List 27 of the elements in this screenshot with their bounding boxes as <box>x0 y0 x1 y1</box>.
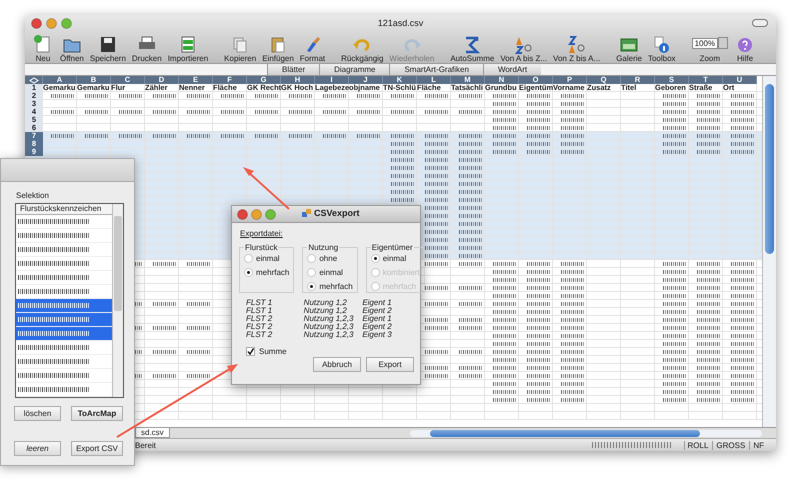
example-text: Eigent 1 <box>362 299 393 307</box>
example-text: Eigent 2 <box>362 323 393 331</box>
group-label: Selektion <box>16 191 50 200</box>
window-title: 121asd.csv <box>378 18 424 28</box>
example-text: Nutzung 1,2,3 <box>304 331 354 339</box>
example-text: FLST 2 <box>246 323 274 331</box>
example-text: FLST 2 <box>246 331 274 339</box>
example-text: FLST 1 <box>246 299 274 307</box>
example-text: Nutzung 1,2,3 <box>304 315 354 323</box>
group-label: Eigentümer <box>370 243 414 252</box>
group-label: Nutzung <box>307 243 340 252</box>
example-text: Nutzung 1,2,3 <box>304 323 354 331</box>
status-indicator: GROSS <box>712 440 746 450</box>
section-label: Exportdatei: <box>240 229 284 238</box>
dialog-title: CSVexport <box>314 208 360 218</box>
group-label: Flurstück <box>244 243 278 252</box>
list-header: Flurstückskennzeichen <box>16 204 112 215</box>
example-text: Nutzung 1,2 <box>304 307 348 315</box>
example-text: Eigent 3 <box>362 331 393 339</box>
status-indicator: ROLL <box>684 440 708 450</box>
example-text: Nutzung 1,2 <box>304 299 348 307</box>
example-text: Eigent 1 <box>362 315 393 323</box>
status-text: Bereit <box>135 440 156 450</box>
example-text: FLST 1 <box>246 307 274 315</box>
example-text: Eigent 2 <box>362 307 393 315</box>
example-text: FLST 2 <box>246 315 274 323</box>
status-indicator: NF <box>749 440 764 450</box>
